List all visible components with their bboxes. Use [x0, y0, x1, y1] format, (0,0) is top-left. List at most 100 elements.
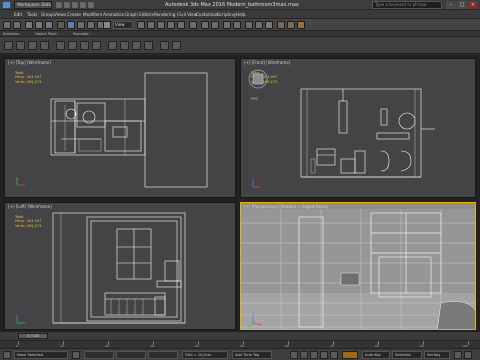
secondary-toolbar: [0, 37, 480, 54]
menu-views[interactable]: Views: [54, 10, 66, 19]
unlink-icon[interactable]: [35, 21, 43, 29]
minimize-button[interactable]: –: [446, 1, 456, 9]
layers-icon[interactable]: [144, 41, 153, 50]
named-selection-icon[interactable]: [189, 21, 197, 29]
display-icon[interactable]: [68, 41, 77, 50]
isolate-icon[interactable]: [108, 41, 117, 50]
reference-coordinate-dropdown[interactable]: View: [113, 21, 133, 29]
menu-tools[interactable]: Tools: [27, 10, 37, 19]
undo-tool-icon[interactable]: [3, 21, 11, 29]
select-object-icon[interactable]: [67, 21, 75, 29]
viewport-top[interactable]: [+] [Top] [Wireframe] Total Polys: 403,9…: [4, 58, 236, 198]
viewport-area: [+] [Top] [Wireframe] Total Polys: 403,9…: [0, 55, 480, 331]
render-setup-icon[interactable]: [277, 21, 285, 29]
menu-customize[interactable]: Customize: [196, 10, 218, 19]
z-field[interactable]: [148, 351, 178, 359]
play-icon[interactable]: [310, 351, 318, 359]
mirror-icon[interactable]: [201, 21, 209, 29]
save-icon[interactable]: [72, 2, 78, 8]
xref-icon[interactable]: [172, 41, 181, 50]
viewcube-icon[interactable]: [248, 69, 268, 89]
status-bar: None Selected Grid = 10,0cm Add Time Tag…: [0, 348, 480, 360]
menu-rendering[interactable]: Rendering: [154, 10, 175, 19]
workspace-dropdown[interactable]: Workspace: Default: [14, 1, 52, 9]
menu-civil-view[interactable]: Civil View: [177, 10, 197, 19]
track-tick: [18, 341, 19, 345]
search-input[interactable]: Type a keyword or phrase: [372, 1, 442, 9]
freeform-icon[interactable]: [16, 41, 25, 50]
menu-modifiers[interactable]: Modifiers: [83, 10, 102, 19]
viewport-perspective[interactable]: [+] [Perspective] [Shaded + Edged Faces]: [240, 202, 476, 330]
undo-icon[interactable]: [80, 2, 86, 8]
lock-selection-icon[interactable]: [72, 351, 80, 359]
explorer-icon[interactable]: [56, 41, 65, 50]
axis-gizmo-icon: [16, 177, 25, 186]
redo-tool-icon[interactable]: [13, 21, 21, 29]
add-time-tag-button[interactable]: Add Time Tag: [232, 351, 272, 359]
y-field[interactable]: [116, 351, 146, 359]
redo-icon[interactable]: [88, 2, 94, 8]
rendered-frame-window-icon[interactable]: [287, 21, 295, 29]
maxscript-icon[interactable]: [3, 351, 11, 359]
menu-create[interactable]: Create: [67, 10, 81, 19]
close-button[interactable]: ×: [468, 1, 478, 9]
open-icon[interactable]: [64, 2, 70, 8]
maximize-button[interactable]: □: [457, 1, 467, 9]
set-key-button[interactable]: [342, 351, 358, 359]
track-bar[interactable]: 0 10 20 30 40 50 60 70 80 90 100: [0, 340, 480, 348]
object-paint-icon[interactable]: [40, 41, 49, 50]
next-frame-icon[interactable]: [320, 351, 328, 359]
region-select-icon[interactable]: [87, 21, 95, 29]
select-by-name-icon[interactable]: [77, 21, 85, 29]
menu-animation[interactable]: Animation: [103, 10, 124, 19]
track-tick: [468, 341, 469, 345]
new-icon[interactable]: [56, 2, 62, 8]
link-icon[interactable]: [25, 21, 33, 29]
time-slider-thumb[interactable]: 0 / 100: [18, 333, 48, 339]
layer-manager-icon[interactable]: [223, 21, 231, 29]
selected-dropdown[interactable]: Selected: [392, 351, 422, 359]
auto-key-button[interactable]: Auto Key: [362, 351, 390, 359]
go-to-end-icon[interactable]: [330, 351, 338, 359]
hierarchy-icon[interactable]: [80, 41, 89, 50]
bind-spacewarp-icon[interactable]: [45, 21, 53, 29]
render-production-icon[interactable]: [297, 21, 305, 29]
menu-graph-editors[interactable]: Graph Editors: [125, 10, 154, 19]
previous-frame-icon[interactable]: [300, 351, 308, 359]
go-to-start-icon[interactable]: [290, 351, 298, 359]
align-icon[interactable]: [211, 21, 219, 29]
hide-icon[interactable]: [132, 41, 141, 50]
app-icon[interactable]: [2, 1, 11, 9]
pivot-icon[interactable]: [137, 21, 145, 29]
freeze-icon[interactable]: [120, 41, 129, 50]
front-wireframe: [248, 69, 435, 188]
spinner-snap-icon[interactable]: [177, 21, 185, 29]
schematic-view-icon[interactable]: [255, 21, 263, 29]
menu-help[interactable]: Help: [236, 10, 246, 19]
percent-snap-icon[interactable]: [167, 21, 175, 29]
angle-snap-icon[interactable]: [157, 21, 165, 29]
zoom-extents-icon[interactable]: [464, 351, 472, 359]
menu-scripting[interactable]: Scripting: [217, 10, 236, 19]
move-icon[interactable]: [103, 21, 111, 29]
grid-readout: Grid = 10,0cm: [182, 351, 228, 359]
selection-filter-icon[interactable]: [57, 21, 65, 29]
app-window: Workspace: Default Autodesk 3ds Max 2016…: [0, 0, 480, 360]
container-icon[interactable]: [160, 41, 169, 50]
viewport-left[interactable]: [+] [Left] [Wireframe] Total Polys: 403,…: [4, 202, 236, 330]
x-field[interactable]: [84, 351, 114, 359]
time-config-icon[interactable]: [454, 351, 462, 359]
set-key-toggle[interactable]: Set Key: [424, 351, 450, 359]
material-editor-icon[interactable]: [265, 21, 273, 29]
menu-group[interactable]: Group: [41, 10, 54, 19]
axis-gizmo-icon: [252, 179, 261, 188]
graphite-tool-icon[interactable]: [4, 41, 13, 50]
selection-tool-icon[interactable]: [28, 41, 37, 50]
menu-edit[interactable]: Edit: [14, 10, 22, 19]
ribbon-toggle-icon[interactable]: [233, 21, 241, 29]
time-slider[interactable]: 0 / 100: [0, 331, 480, 340]
motion-icon[interactable]: [92, 41, 101, 50]
curve-editor-icon[interactable]: [245, 21, 253, 29]
snaps-toggle-icon[interactable]: [147, 21, 155, 29]
viewport-front[interactable]: [+] [Front] [Wireframe] Total Polys: 403…: [240, 58, 476, 198]
